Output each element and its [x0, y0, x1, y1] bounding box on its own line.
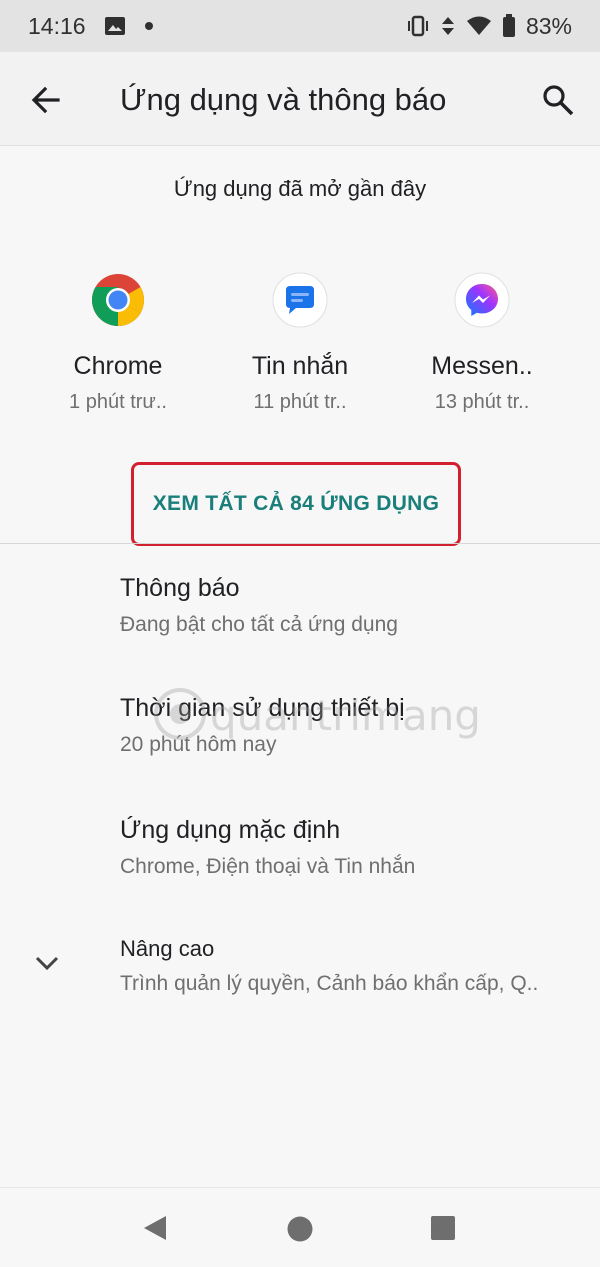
setting-title: Nâng cao — [120, 936, 215, 961]
app-time: 13 phút tr.. — [434, 391, 530, 413]
dot-icon — [144, 21, 154, 31]
status-time: 14:16 — [28, 12, 86, 39]
recent-app-messenger[interactable]: Messen.. 13 phút tr.. — [402, 272, 562, 414]
app-bar: Ứng dụng và thông báo — [0, 52, 600, 146]
vibrate-icon — [406, 15, 430, 37]
chevron-down-icon[interactable] — [32, 948, 62, 978]
recent-app-chrome[interactable]: Chrome 1 phút trư.. — [38, 272, 198, 414]
nav-back-icon[interactable] — [140, 1214, 168, 1247]
setting-default-apps[interactable]: Ứng dụng mặc định Chrome, Điện thoại và … — [120, 816, 580, 879]
app-time: 11 phút tr.. — [253, 391, 347, 413]
nav-home-icon[interactable] — [286, 1215, 314, 1248]
see-all-apps-button[interactable]: XEM TẤT CẢ 84 ỨNG DỤNG — [131, 462, 461, 546]
setting-advanced[interactable]: Nâng cao Trình quản lý quyền, Cảnh báo k… — [120, 936, 580, 996]
battery-percent: 83% — [525, 12, 572, 39]
messenger-icon — [454, 272, 510, 328]
setting-screen-time[interactable]: Thời gian sử dụng thiết bị 20 phút hôm n… — [120, 694, 580, 757]
wifi-icon — [466, 15, 492, 37]
app-name: Messen.. — [431, 352, 533, 380]
setting-subtitle: 20 phút hôm nay — [120, 733, 277, 756]
battery-icon — [502, 14, 516, 38]
nav-recents-icon[interactable] — [430, 1215, 456, 1246]
divider — [0, 543, 600, 544]
search-icon[interactable] — [540, 82, 576, 118]
setting-title: Thông báo — [120, 574, 240, 602]
app-name: Tin nhắn — [251, 352, 349, 380]
setting-title: Ứng dụng mặc định — [120, 816, 341, 844]
status-bar: 14:16 83% — [0, 0, 600, 52]
setting-subtitle: Trình quản lý quyền, Cảnh báo khẩn cấp, … — [120, 972, 539, 995]
setting-subtitle: Chrome, Điện thoại và Tin nhắn — [120, 855, 416, 878]
app-name: Chrome — [73, 352, 163, 380]
arrow-left-icon[interactable] — [28, 82, 64, 118]
image-icon — [104, 15, 126, 37]
navigation-bar — [0, 1187, 600, 1267]
data-icon — [440, 15, 456, 37]
messages-icon — [272, 272, 328, 328]
setting-notifications[interactable]: Thông báo Đang bật cho tất cả ứng dụng — [120, 574, 580, 637]
app-time: 1 phút trư.. — [69, 391, 167, 413]
recent-apps-header: Ứng dụng đã mở gần đây — [173, 176, 427, 201]
chrome-icon — [90, 272, 146, 328]
setting-title: Thời gian sử dụng thiết bị — [120, 694, 405, 722]
setting-subtitle: Đang bật cho tất cả ứng dụng — [120, 613, 398, 636]
recent-app-messages[interactable]: Tin nhắn 11 phút tr.. — [220, 272, 380, 414]
page-title: Ứng dụng và thông báo — [120, 82, 447, 117]
